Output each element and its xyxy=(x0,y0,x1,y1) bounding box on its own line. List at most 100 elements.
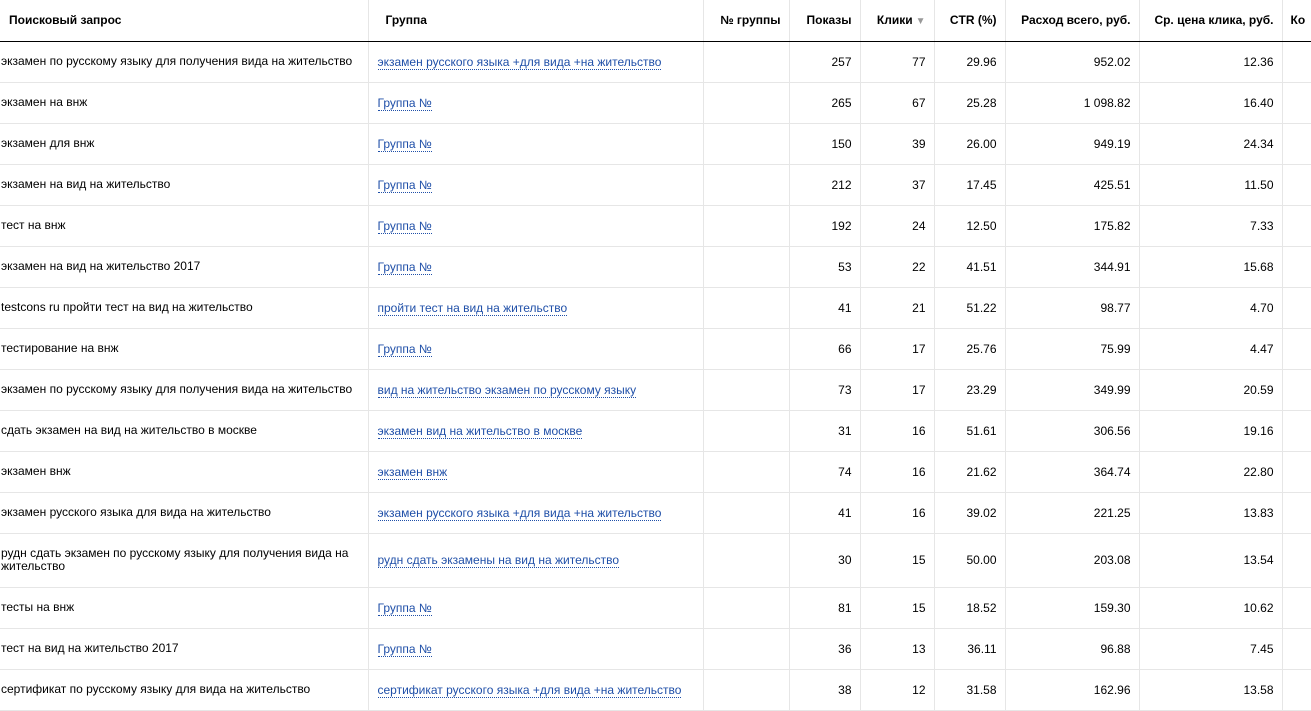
column-header-query[interactable]: Поисковый запрос xyxy=(0,0,368,42)
group-link[interactable]: Группа № xyxy=(377,177,432,193)
sort-desc-icon[interactable]: ▼ xyxy=(916,16,926,27)
ctr-cell: 17.45 xyxy=(933,164,1005,206)
group-link[interactable]: вид на жительство экзамен по русскому яз… xyxy=(377,382,637,398)
clicks-cell: 17 xyxy=(859,369,934,411)
ctr-cell: 50.00 xyxy=(933,533,1005,588)
avg-cpc-cell: 19.16 xyxy=(1138,410,1282,452)
table-row: экзамен на вид на жительство 2017 Группа … xyxy=(0,246,1311,288)
extra-cell xyxy=(1281,533,1311,588)
shows-cell: 30 xyxy=(788,533,860,588)
cost-cell: 221.25 xyxy=(1004,492,1139,534)
group-link[interactable]: пройти тест на вид на жительство xyxy=(377,300,568,316)
group-cell: вид на жительство экзамен по русскому яз… xyxy=(367,369,703,411)
group-link[interactable]: Группа № xyxy=(377,95,432,111)
shows-cell: 150 xyxy=(788,123,860,165)
column-header-cost[interactable]: Расход всего, руб. xyxy=(1004,0,1139,42)
table-row: экзамен русского языка для вида на жител… xyxy=(0,492,1311,534)
shows-cell: 41 xyxy=(788,492,860,534)
group-link[interactable]: Группа № xyxy=(377,600,432,616)
extra-cell xyxy=(1281,205,1311,247)
ctr-cell: 39.02 xyxy=(933,492,1005,534)
table-row: экзамен на вид на жительство Группа № 212 3… xyxy=(0,164,1311,206)
group-link[interactable]: сертификат русского языка +для вида +на … xyxy=(377,682,682,698)
group-no-cell xyxy=(702,628,789,670)
group-link[interactable]: Группа № xyxy=(377,136,432,152)
shows-cell: 73 xyxy=(788,369,860,411)
group-no-cell xyxy=(702,492,789,534)
group-link[interactable]: экзамен русского языка +для вида +на жит… xyxy=(377,54,662,70)
query-cell: экзамен на вид на жительство 2017 xyxy=(0,246,368,288)
cost-cell: 1 098.82 xyxy=(1004,82,1139,124)
query-cell: экзамен русского языка для вида на жител… xyxy=(0,492,368,534)
table-row: testcons ru пройти тест на вид на житель… xyxy=(0,287,1311,329)
column-header-avg-cpc[interactable]: Ср. цена клика, руб. xyxy=(1138,0,1282,42)
table-row: тест на вид на жительство 2017 Группа № 36… xyxy=(0,628,1311,670)
shows-cell: 41 xyxy=(788,287,860,329)
group-no-cell xyxy=(702,328,789,370)
ctr-cell: 25.28 xyxy=(933,82,1005,124)
clicks-cell: 22 xyxy=(859,246,934,288)
cost-cell: 75.99 xyxy=(1004,328,1139,370)
cost-cell: 96.88 xyxy=(1004,628,1139,670)
search-query-stats-table: Поисковый запрос Группа № группы Показы … xyxy=(0,0,1311,711)
group-link[interactable]: экзамен вид на жительство в москве xyxy=(377,423,583,439)
column-header-shows[interactable]: Показы xyxy=(788,0,860,42)
extra-cell xyxy=(1281,164,1311,206)
shows-cell: 36 xyxy=(788,628,860,670)
clicks-cell: 15 xyxy=(859,533,934,588)
group-cell: Группа № xyxy=(367,205,703,247)
ctr-cell: 26.00 xyxy=(933,123,1005,165)
group-no-cell xyxy=(702,369,789,411)
group-cell: Группа № xyxy=(367,123,703,165)
avg-cpc-cell: 11.50 xyxy=(1138,164,1282,206)
ctr-cell: 36.11 xyxy=(933,628,1005,670)
extra-cell xyxy=(1281,410,1311,452)
group-link[interactable]: Группа № xyxy=(377,259,432,275)
extra-cell xyxy=(1281,587,1311,629)
column-header-ctr[interactable]: CTR (%) xyxy=(933,0,1005,42)
group-link[interactable]: Группа № xyxy=(377,341,432,357)
group-link[interactable]: экзамен русского языка +для вида +на жит… xyxy=(377,505,662,521)
column-header-group[interactable]: Группа xyxy=(367,0,703,42)
shows-cell: 192 xyxy=(788,205,860,247)
group-no-cell xyxy=(702,41,789,83)
cost-cell: 203.08 xyxy=(1004,533,1139,588)
column-header-clicks[interactable]: Клики ▼ xyxy=(859,0,934,42)
shows-cell: 38 xyxy=(788,669,860,711)
table-row: тесты на внж Группа № 81 15 18.52 159.30 10.62 xyxy=(0,587,1311,629)
group-cell: пройти тест на вид на жительство xyxy=(367,287,703,329)
avg-cpc-cell: 24.34 xyxy=(1138,123,1282,165)
cost-cell: 425.51 xyxy=(1004,164,1139,206)
group-cell: Группа № xyxy=(367,328,703,370)
ctr-cell: 12.50 xyxy=(933,205,1005,247)
group-link[interactable]: Группа № xyxy=(377,218,432,234)
group-link[interactable]: рудн сдать экзамены на вид на жительство xyxy=(377,553,620,568)
ctr-cell: 31.58 xyxy=(933,669,1005,711)
extra-cell xyxy=(1281,669,1311,711)
query-cell: экзамен по русскому языку для получения … xyxy=(0,41,368,83)
extra-cell xyxy=(1281,328,1311,370)
avg-cpc-cell: 13.83 xyxy=(1138,492,1282,534)
clicks-cell: 16 xyxy=(859,410,934,452)
group-no-cell xyxy=(702,164,789,206)
group-no-cell xyxy=(702,123,789,165)
avg-cpc-cell: 22.80 xyxy=(1138,451,1282,493)
group-link[interactable]: Группа № xyxy=(377,641,432,657)
avg-cpc-cell: 13.54 xyxy=(1138,533,1282,588)
avg-cpc-cell: 4.70 xyxy=(1138,287,1282,329)
shows-cell: 257 xyxy=(788,41,860,83)
ctr-cell: 25.76 xyxy=(933,328,1005,370)
cost-cell: 98.77 xyxy=(1004,287,1139,329)
group-no-cell xyxy=(702,287,789,329)
column-header-group-no[interactable]: № группы xyxy=(702,0,789,42)
table-row: сдать экзамен на вид на жительство в мос… xyxy=(0,410,1311,452)
group-link[interactable]: экзамен внж xyxy=(377,464,448,480)
extra-cell xyxy=(1281,246,1311,288)
extra-cell xyxy=(1281,82,1311,124)
column-header-extra[interactable]: Ко xyxy=(1281,0,1311,42)
ctr-cell: 21.62 xyxy=(933,451,1005,493)
cost-cell: 175.82 xyxy=(1004,205,1139,247)
group-no-cell xyxy=(702,587,789,629)
extra-cell xyxy=(1281,492,1311,534)
group-cell: экзамен внж xyxy=(367,451,703,493)
